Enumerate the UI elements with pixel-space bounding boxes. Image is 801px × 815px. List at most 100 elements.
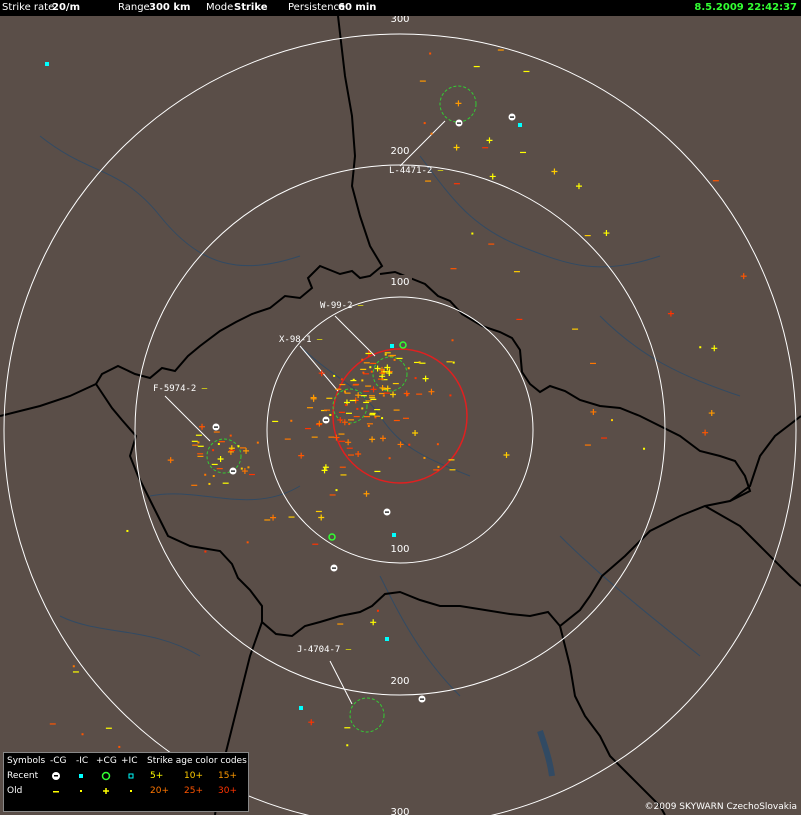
strike-marker <box>312 543 319 545</box>
strike-marker <box>497 49 504 51</box>
strike-marker <box>437 465 440 468</box>
strike-marker <box>402 417 409 419</box>
legend-symbols-label: Symbols <box>7 756 46 766</box>
strike-marker <box>360 368 367 370</box>
strike-marker <box>290 419 293 422</box>
map-canvas: 100 100 200 200 300 300 <box>0 16 801 815</box>
strike-marker <box>379 372 386 374</box>
strike-marker <box>333 374 336 377</box>
strike-marker <box>425 180 432 182</box>
strike-marker <box>436 443 439 446</box>
strike-marker <box>352 384 359 386</box>
timestamp: 8.5.2009 22:42:37 <box>694 2 797 13</box>
strike-neg-cg-mark <box>332 567 336 569</box>
strike-marker <box>392 382 399 385</box>
strike-marker <box>118 745 121 748</box>
strike-marker <box>321 467 328 474</box>
strike-marker <box>204 550 207 553</box>
strike-neg-cg-mark <box>214 426 218 428</box>
strike-markers <box>45 49 747 775</box>
strike-marker <box>449 469 456 471</box>
strike-marker <box>329 494 336 496</box>
storm-cell-red <box>332 348 468 484</box>
cell-label-f: F-5974-2 – <box>153 384 208 394</box>
strike-marker <box>195 434 202 436</box>
strike-marker <box>239 447 246 449</box>
strike-marker <box>343 390 346 393</box>
strike-marker <box>513 271 520 273</box>
strike-marker <box>345 404 348 407</box>
strike-marker <box>361 407 364 410</box>
legend-col-pos-cg: +CG <box>96 756 117 766</box>
range-label: Range <box>118 2 150 13</box>
strike-marker <box>346 744 349 747</box>
strike-marker <box>335 388 342 390</box>
strike-marker <box>361 358 364 361</box>
strike-marker <box>382 394 385 397</box>
cell-label-j: J-4704-7 – <box>297 645 352 655</box>
strike-marker <box>363 490 370 497</box>
strike-marker <box>708 410 715 417</box>
strike-marker <box>423 456 426 459</box>
strike-marker <box>416 393 423 395</box>
strike-marker <box>412 430 419 437</box>
strike-marker <box>216 468 223 470</box>
strike-marker <box>322 464 329 471</box>
cell-circle-x <box>332 388 368 424</box>
strike-marker <box>453 183 460 185</box>
strike-marker <box>384 352 391 354</box>
cell-circle-j <box>349 697 385 733</box>
strike-marker <box>446 361 453 363</box>
legend-age-30: 30+ <box>218 786 237 796</box>
copyright-credit: ©2009 SKYWARN CzechoSlovakia <box>644 802 797 812</box>
persistence-label: Persistence <box>288 2 346 13</box>
strike-marker <box>363 362 370 364</box>
strike-marker <box>601 437 608 439</box>
lightning-map[interactable]: 100 100 200 200 300 300 L-4471-2 – W-99-… <box>0 16 801 815</box>
strike-marker <box>455 100 462 107</box>
strike-marker <box>243 447 250 454</box>
strike-marker <box>365 352 372 355</box>
strike-marker <box>197 453 204 455</box>
cell-label-x: X-98-1 – <box>279 335 323 345</box>
strike-neg-cg-mark <box>420 698 424 700</box>
strike-marker <box>702 429 709 436</box>
strike-marker <box>712 180 719 182</box>
strike-marker <box>217 455 224 462</box>
ring-label-300-top: 300 <box>390 16 409 25</box>
strike-marker <box>448 459 455 461</box>
ring-label-100-top: 100 <box>390 277 409 288</box>
strike-marker <box>423 122 426 125</box>
legend-age-10: 10+ <box>184 771 203 781</box>
strike-marker <box>584 444 591 446</box>
strike-marker <box>353 415 360 418</box>
strike-marker <box>383 392 390 394</box>
strike-marker <box>352 378 355 381</box>
strike-marker <box>523 70 530 73</box>
strike-marker <box>408 443 411 446</box>
strike-marker <box>310 394 317 401</box>
strike-ic <box>392 533 396 537</box>
mode-label: Mode <box>206 2 234 13</box>
strike-marker <box>316 420 323 427</box>
strike-marker <box>197 455 204 457</box>
strike-marker <box>589 362 596 365</box>
strike-marker <box>407 367 410 370</box>
strike-marker <box>318 514 325 521</box>
strike-marker <box>374 365 381 372</box>
strike-ic <box>299 706 303 710</box>
strike-marker <box>369 436 376 443</box>
strike-marker <box>246 541 249 544</box>
strike-marker <box>451 339 454 342</box>
strike-marker <box>337 623 344 625</box>
strike-marker <box>284 438 291 440</box>
strike-marker <box>248 473 255 476</box>
strike-marker <box>379 435 386 442</box>
strike-marker <box>288 516 295 518</box>
strike-marker <box>349 399 356 402</box>
strike-marker <box>520 151 527 154</box>
strike-marker <box>355 450 362 457</box>
strike-marker <box>433 469 440 471</box>
strike-marker <box>503 452 510 459</box>
strike-marker <box>339 440 346 442</box>
